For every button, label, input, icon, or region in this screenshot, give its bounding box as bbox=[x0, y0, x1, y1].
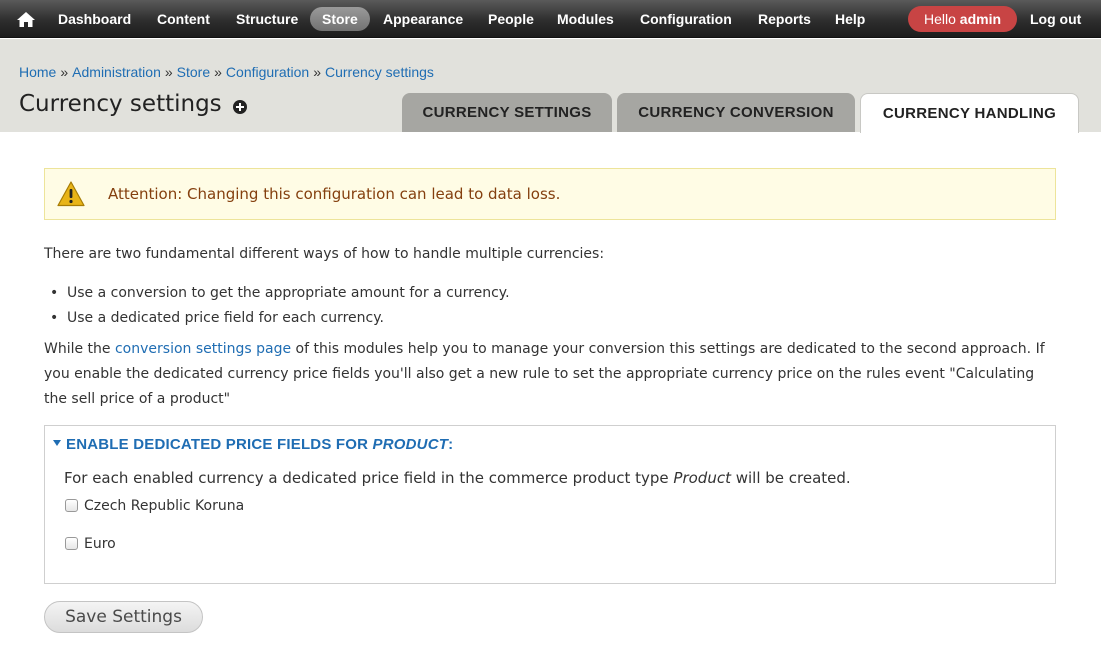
desc-text-start: For each enabled currency a dedicated pr… bbox=[64, 469, 674, 487]
toolbar-item-appearance[interactable]: Appearance bbox=[371, 7, 475, 31]
breadcrumb: Home» Administration» Store» Configuration»… bbox=[19, 64, 434, 80]
breadcrumb-separator: » bbox=[313, 64, 321, 80]
breadcrumb-administration[interactable]: Administration bbox=[72, 64, 161, 80]
legend-text: ENABLE DEDICATED PRICE FIELDS FOR bbox=[66, 436, 373, 453]
euro-checkbox[interactable] bbox=[65, 537, 78, 550]
fieldset-description: For each enabled currency a dedicated pr… bbox=[64, 469, 851, 487]
bullet-dot: • bbox=[50, 285, 59, 301]
toolbar-item-modules[interactable]: Modules bbox=[545, 7, 626, 31]
czech-koruna-checkbox[interactable] bbox=[65, 499, 78, 512]
toolbar-item-dashboard[interactable]: Dashboard bbox=[46, 7, 143, 31]
breadcrumb-configuration[interactable]: Configuration bbox=[226, 64, 309, 80]
toolbar-item-store[interactable]: Store bbox=[310, 7, 370, 31]
checkbox-row-eur: Euro bbox=[65, 533, 116, 553]
desc-text-end: will be created. bbox=[730, 469, 851, 487]
intro-text: There are two fundamental different ways… bbox=[44, 246, 605, 262]
toolbar-item-people[interactable]: People bbox=[476, 7, 546, 31]
breadcrumb-separator: » bbox=[214, 64, 222, 80]
breadcrumb-home[interactable]: Home bbox=[19, 64, 56, 80]
logout-link[interactable]: Log out bbox=[1030, 7, 1081, 31]
breadcrumb-separator: » bbox=[60, 64, 69, 80]
plus-circle-icon[interactable] bbox=[233, 100, 247, 114]
toolbar-item-structure[interactable]: Structure bbox=[224, 7, 310, 31]
tab-currency-handling[interactable]: CURRENCY HANDLING bbox=[860, 93, 1079, 133]
hello-prefix: Hello bbox=[923, 11, 960, 27]
euro-label[interactable]: Euro bbox=[84, 536, 116, 552]
list-item: • Use a conversion to get the appropriate… bbox=[44, 283, 510, 308]
legend-entity: PRODUCT bbox=[372, 436, 449, 453]
caret-down-icon bbox=[53, 440, 61, 447]
list-item-text: Use a conversion to get the appropriate … bbox=[67, 285, 510, 301]
warning-triangle-icon bbox=[57, 181, 85, 207]
save-settings-button[interactable]: Save Settings bbox=[44, 601, 203, 633]
home-icon[interactable] bbox=[14, 8, 38, 30]
czech-koruna-label[interactable]: Czech Republic Koruna bbox=[84, 498, 244, 514]
bullet-dot: • bbox=[50, 310, 59, 326]
warning-text: Attention: Changing this configuration c… bbox=[108, 185, 561, 203]
toolbar-item-reports[interactable]: Reports bbox=[746, 7, 823, 31]
breadcrumb-separator: » bbox=[164, 64, 173, 80]
breadcrumb-currency-settings[interactable]: Currency settings bbox=[325, 64, 434, 80]
conversion-settings-link[interactable]: conversion settings page bbox=[115, 341, 291, 357]
toolbar-item-content[interactable]: Content bbox=[145, 7, 222, 31]
breadcrumb-store[interactable]: Store bbox=[177, 64, 210, 80]
tab-currency-conversion[interactable]: CURRENCY CONVERSION bbox=[617, 93, 855, 132]
legend-colon: : bbox=[448, 436, 454, 453]
description-paragraph: While the conversion settings page of th… bbox=[44, 337, 1054, 412]
desc-product-type: Product bbox=[673, 469, 731, 487]
page-title: Currency settings bbox=[19, 91, 222, 117]
fieldset-legend-toggle[interactable]: ENABLE DEDICATED PRICE FIELDS FOR PRODUC… bbox=[53, 436, 453, 453]
checkbox-row-czk: Czech Republic Koruna bbox=[65, 495, 244, 515]
warning-message: Attention: Changing this configuration c… bbox=[44, 168, 1056, 220]
dedicated-price-fields-fieldset: ENABLE DEDICATED PRICE FIELDS FOR PRODUC… bbox=[44, 425, 1056, 584]
list-item-text: Use a dedicated price field for each cur… bbox=[67, 310, 384, 326]
list-item: • Use a dedicated price field for each cu… bbox=[44, 308, 510, 333]
admin-toolbar: Dashboard Content Structure Store Appear… bbox=[0, 0, 1101, 38]
hello-user-button[interactable]: Hello admin bbox=[908, 6, 1017, 32]
toolbar-item-configuration[interactable]: Configuration bbox=[628, 7, 744, 31]
hello-username: admin bbox=[959, 11, 1002, 27]
tab-currency-settings[interactable]: CURRENCY SETTINGS bbox=[402, 93, 612, 132]
handling-options-list: • Use a conversion to get the appropriate… bbox=[44, 283, 510, 333]
para-text-start: While the bbox=[44, 341, 115, 357]
toolbar-item-help[interactable]: Help bbox=[823, 7, 877, 31]
